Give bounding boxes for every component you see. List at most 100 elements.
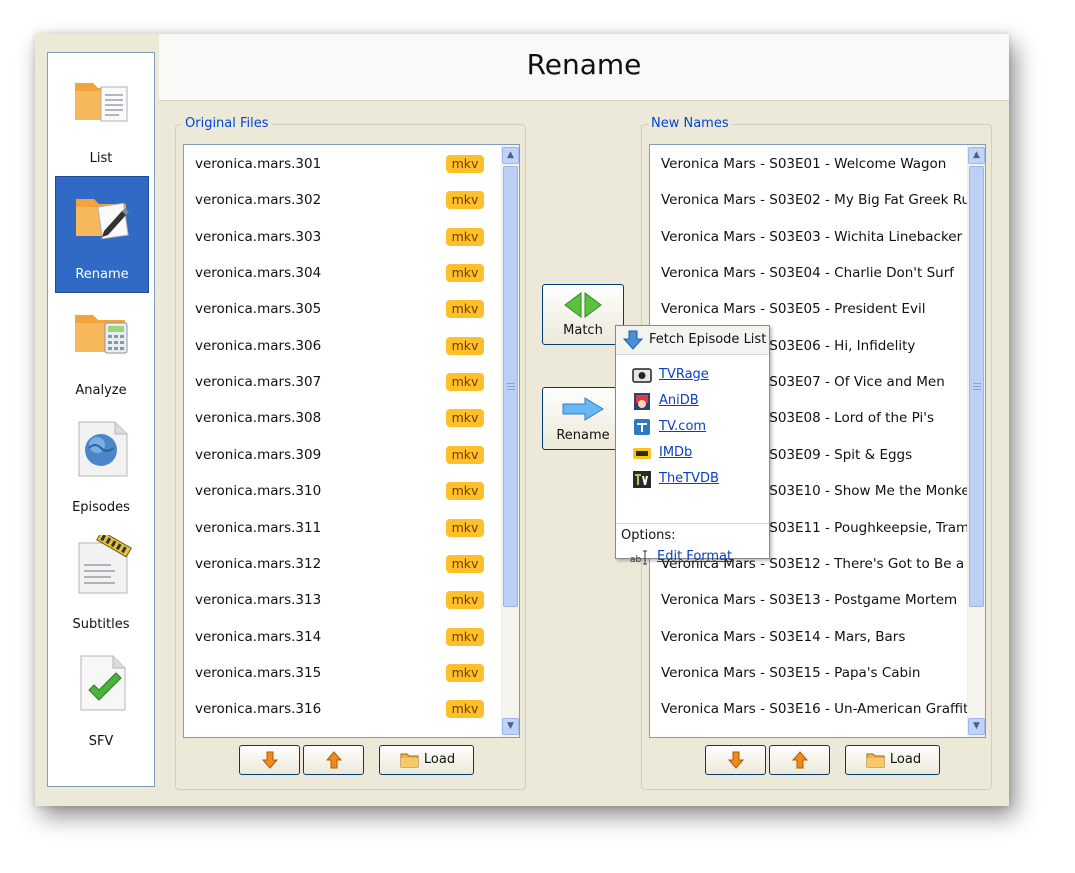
thetvdb-icon [633, 471, 651, 488]
folder-analyze-icon [75, 315, 128, 354]
new-names-scrollbar[interactable]: ▲ ▼ [967, 145, 985, 737]
list-item[interactable]: Veronica Mars - S03E03 - Wichita Linebac… [650, 219, 968, 255]
list-item[interactable]: Veronica Mars - S03E13 - Postgame Mortem [650, 582, 968, 618]
list-item[interactable]: Veronica Mars - S03E01 - Welcome Wagon [650, 146, 968, 182]
move-down-button[interactable] [705, 745, 766, 775]
menu-item-label: TVRage [659, 367, 709, 382]
list-item-label: veronica.mars.303 [195, 228, 322, 245]
list-item-label: Veronica Mars - S03E15 - Papa's Cabin [661, 664, 921, 681]
list-item[interactable]: veronica.mars.302 mkv [184, 182, 502, 218]
edit-format-icon: ab [630, 550, 647, 565]
move-up-button[interactable] [303, 745, 364, 775]
popup-header[interactable]: Fetch Episode List [616, 326, 769, 355]
list-item[interactable]: veronica.mars.313 mkv [184, 582, 502, 618]
arrow-up-icon [326, 751, 342, 769]
list-item-label: Veronica Mars - S03E01 - Welcome Wagon [661, 156, 947, 172]
list-item[interactable]: veronica.mars.311 mkv [184, 510, 502, 546]
list-item[interactable]: veronica.mars.308 mkv [184, 400, 502, 436]
move-up-button[interactable] [769, 745, 830, 775]
sidebar-item-subtitles[interactable]: Subtitles [55, 527, 147, 642]
menu-item-label: AniDB [659, 393, 699, 408]
scroll-up-button[interactable]: ▲ [502, 147, 519, 164]
original-files-scrollbar[interactable]: ▲ ▼ [501, 145, 519, 737]
fetch-episode-popup: Fetch Episode List TVRage AniDB TV.com I… [615, 325, 770, 565]
extension-badge: mkv [446, 700, 484, 719]
extension-badge: mkv [446, 627, 484, 646]
list-item-label: veronica.mars.307 [195, 374, 322, 391]
download-arrow-icon [623, 330, 643, 350]
list-item-label: veronica.mars.302 [195, 192, 322, 209]
list-item-label: veronica.mars.316 [195, 701, 322, 718]
sidebar-item-rename[interactable]: Rename [55, 176, 149, 293]
extension-badge: mkv [446, 409, 484, 428]
scroll-thumb[interactable] [969, 166, 984, 607]
list-item[interactable]: veronica.mars.304 mkv [184, 255, 502, 291]
list-item-label: Veronica Mars - S03E14 - Mars, Bars [661, 628, 906, 645]
load-button[interactable]: Load [379, 745, 474, 775]
list-item[interactable]: veronica.mars.316 mkv [184, 691, 502, 727]
list-item-label: veronica.mars.313 [195, 592, 322, 609]
list-item[interactable]: veronica.mars.310 mkv [184, 473, 502, 509]
sidebar-item-list[interactable]: List [55, 61, 147, 176]
extension-badge: mkv [446, 227, 484, 246]
folder-rename-icon [76, 199, 129, 240]
tvcom-icon [634, 419, 650, 435]
sidebar-item-sfv[interactable]: SFV [55, 644, 147, 759]
list-item[interactable]: veronica.mars.312 mkv [184, 546, 502, 582]
list-item-label: veronica.mars.309 [195, 446, 322, 463]
list-item[interactable]: veronica.mars.306 mkv [184, 328, 502, 364]
list-item[interactable]: veronica.mars.305 mkv [184, 291, 502, 327]
list-item[interactable]: veronica.mars.301 mkv [184, 146, 502, 182]
extension-badge: mkv [446, 155, 484, 173]
scroll-thumb[interactable] [503, 166, 518, 607]
menu-separator [616, 523, 769, 524]
folder-list-icon [75, 83, 128, 122]
extension-badge: mkv [446, 663, 484, 682]
rename-button[interactable]: Rename [542, 387, 624, 450]
app-window: Rename List Rename Analyze Episodes Subt… [35, 34, 1009, 806]
list-item[interactable]: veronica.mars.307 mkv [184, 364, 502, 400]
extension-badge: mkv [446, 300, 484, 319]
sidebar-item-analyze[interactable]: Analyze [55, 293, 147, 408]
sidebar-item-episodes[interactable]: Episodes [55, 410, 147, 525]
match-button[interactable]: Match [542, 284, 624, 345]
list-item-label: veronica.mars.305 [195, 301, 322, 318]
list-item-label: Veronica Mars - S03E16 - Un-American Gra… [661, 701, 973, 718]
load-label: Load [423, 752, 456, 767]
list-item-label: veronica.mars.312 [195, 555, 322, 572]
menu-item-label: TV.com [659, 419, 707, 434]
list-item[interactable]: veronica.mars.309 mkv [184, 437, 502, 473]
original-files-list[interactable]: veronica.mars.301 mkv veronica.mars.302 mkv… [183, 144, 520, 738]
list-item[interactable]: Veronica Mars - S03E04 - Charlie Don't S… [650, 255, 968, 291]
header: Rename [159, 34, 1009, 101]
extension-badge: mkv [446, 373, 484, 392]
list-item[interactable]: Veronica Mars - S03E14 - Mars, Bars [650, 619, 968, 655]
list-item-label: veronica.mars.304 [195, 265, 322, 282]
list-item-label: veronica.mars.314 [195, 628, 322, 645]
list-item[interactable]: veronica.mars.314 mkv [184, 619, 502, 655]
load-button[interactable]: Load [845, 745, 940, 775]
list-item-label: Veronica Mars - S03E03 - Wichita Linebac… [661, 228, 963, 245]
subtitles-film-icon [78, 535, 132, 594]
extension-badge: mkv [446, 482, 484, 501]
list-item[interactable]: Veronica Mars - S03E02 - My Big Fat Gree… [650, 182, 985, 218]
list-item-label: veronica.mars.315 [195, 664, 322, 681]
sidebar-item-label: List [89, 151, 113, 166]
list-item[interactable]: veronica.mars.303 mkv [184, 219, 502, 255]
scroll-up-button[interactable]: ▲ [968, 147, 985, 164]
sidebar-item-label: SFV [88, 734, 114, 749]
list-item[interactable]: Veronica Mars - S03E05 - President Evil [650, 291, 968, 327]
list-item-label: veronica.mars.308 [195, 410, 322, 427]
list-item-label: Veronica Mars - S03E04 - Charlie Don't S… [661, 265, 955, 282]
move-down-button[interactable] [239, 745, 300, 775]
list-item[interactable]: Veronica Mars - S03E16 - Un-American Gra… [650, 691, 972, 727]
list-item[interactable]: veronica.mars.315 mkv [184, 655, 502, 691]
sidebar-item-label: Rename [75, 267, 129, 282]
list-item-label: Veronica Mars - S03E02 - My Big Fat Gree… [661, 192, 986, 209]
list-item[interactable]: Veronica Mars - S03E15 - Papa's Cabin [650, 655, 968, 691]
scroll-down-button[interactable]: ▼ [968, 718, 985, 735]
list-item-label: veronica.mars.306 [195, 337, 322, 354]
extension-badge: mkv [446, 591, 484, 610]
scroll-down-button[interactable]: ▼ [502, 718, 519, 735]
menu-item-label: TheTVDB [659, 471, 719, 486]
